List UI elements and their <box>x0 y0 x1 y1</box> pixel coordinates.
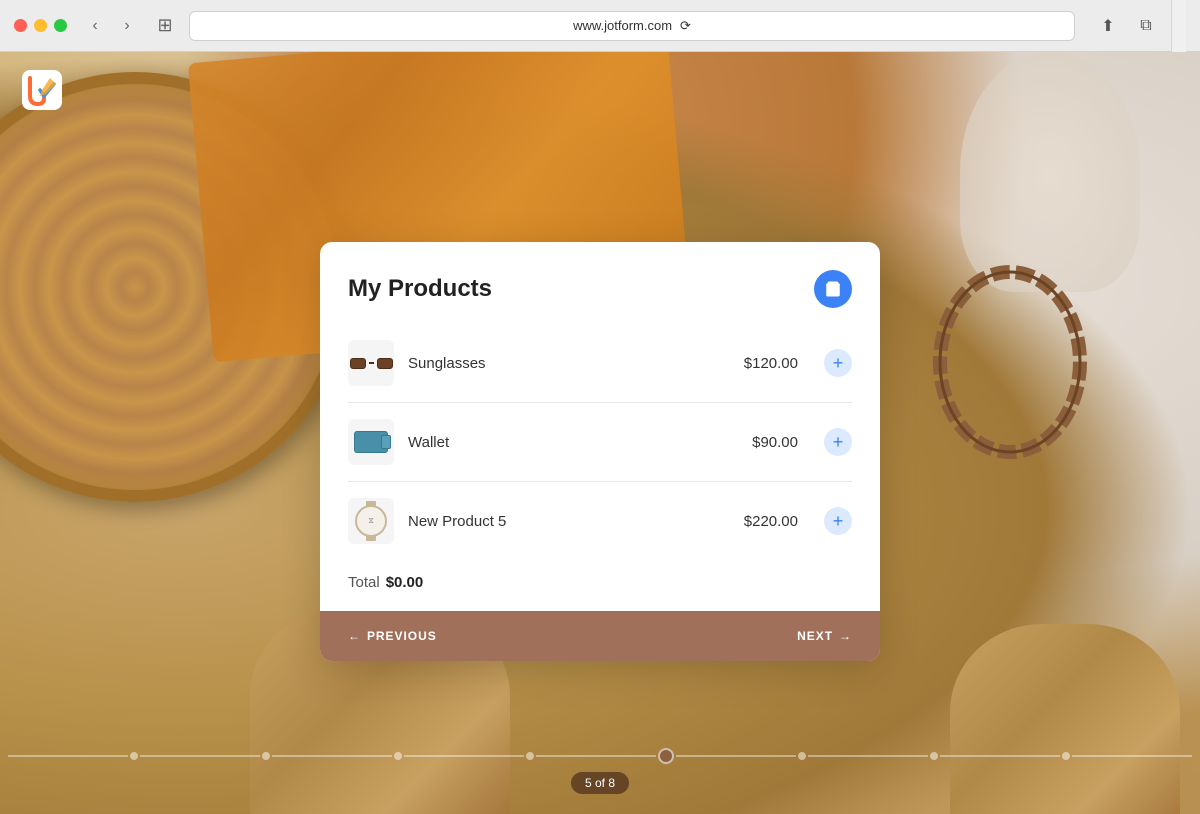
card-title: My Products <box>348 275 492 303</box>
watch-icon: ⧖ <box>355 505 387 537</box>
main-content: My Products Sungl <box>0 52 1200 814</box>
back-button[interactable]: ‹ <box>81 12 109 40</box>
share-button[interactable]: ⬆ <box>1093 12 1123 40</box>
minimize-button[interactable] <box>34 19 47 32</box>
sunglasses-image <box>348 340 394 386</box>
progress-dot-1[interactable] <box>130 752 138 760</box>
progress-dot-5-active[interactable] <box>658 748 674 764</box>
progress-dot-7[interactable] <box>930 752 938 760</box>
url-bar[interactable]: www.jotform.com ⟳ <box>189 11 1075 41</box>
progress-line-4 <box>404 755 524 757</box>
page-indicator-text: 5 of 8 <box>585 776 615 790</box>
browser-actions: ⬆ ⧉ <box>1093 12 1161 40</box>
wallet-image <box>348 419 394 465</box>
total-label: Total <box>348 574 380 591</box>
progress-line-9 <box>1072 755 1192 757</box>
card-total: Total $0.00 <box>320 560 880 611</box>
add-sunglasses-button[interactable]: + <box>824 349 852 377</box>
progress-line-2 <box>140 755 260 757</box>
progress-line-5 <box>536 755 656 757</box>
products-list: Sunglasses $120.00 + Wallet $90.00 + ⧖ <box>320 324 880 560</box>
progress-line-8 <box>940 755 1060 757</box>
arrow-left-icon: ← <box>348 629 361 643</box>
page-indicator: 5 of 8 <box>571 772 629 794</box>
progress-dot-2[interactable] <box>262 752 270 760</box>
url-text: www.jotform.com <box>573 18 672 33</box>
previous-button[interactable]: ← PREVIOUS <box>348 629 437 643</box>
new-tab-button[interactable]: ⧉ <box>1131 12 1161 40</box>
cart-icon <box>824 280 842 298</box>
progress-line-1 <box>8 755 128 757</box>
product-name-wallet: Wallet <box>408 434 738 451</box>
product-item-watch: ⧖ New Product 5 $220.00 + <box>348 482 852 560</box>
next-label: NEXT <box>797 629 833 643</box>
progress-dot-3[interactable] <box>394 752 402 760</box>
beads-decoration <box>920 252 1100 472</box>
close-button[interactable] <box>14 19 27 32</box>
progress-line-7 <box>808 755 928 757</box>
scrollbar <box>1171 0 1186 52</box>
progress-dot-8[interactable] <box>1062 752 1070 760</box>
cart-button[interactable] <box>814 270 852 308</box>
product-item-wallet: Wallet $90.00 + <box>348 403 852 482</box>
reload-icon[interactable]: ⟳ <box>680 18 691 34</box>
forward-button[interactable]: › <box>113 12 141 40</box>
jotform-logo <box>20 68 64 112</box>
progress-dot-6[interactable] <box>798 752 806 760</box>
add-wallet-button[interactable]: + <box>824 428 852 456</box>
card-footer: ← PREVIOUS NEXT → <box>320 611 880 661</box>
next-button[interactable]: NEXT → <box>797 629 852 643</box>
sunglasses-icon <box>350 358 393 369</box>
maximize-button[interactable] <box>54 19 67 32</box>
product-name-sunglasses: Sunglasses <box>408 355 730 372</box>
sidebar-toggle-button[interactable]: ⊞ <box>151 12 179 40</box>
nav-buttons: ‹ › <box>81 12 141 40</box>
card-header: My Products <box>320 242 880 324</box>
previous-label: PREVIOUS <box>367 629 437 643</box>
wallet-icon <box>354 431 388 453</box>
browser-chrome: ‹ › ⊞ www.jotform.com ⟳ ⬆ ⧉ <box>0 0 1200 52</box>
add-watch-button[interactable]: + <box>824 507 852 535</box>
product-price-watch: $220.00 <box>744 513 798 530</box>
progress-line-6 <box>676 755 796 757</box>
total-amount: $0.00 <box>386 574 424 591</box>
progress-bar <box>0 748 1200 764</box>
progress-dot-4[interactable] <box>526 752 534 760</box>
product-name-watch: New Product 5 <box>408 513 730 530</box>
traffic-lights <box>14 19 67 32</box>
product-card: My Products Sungl <box>320 242 880 661</box>
progress-line-3 <box>272 755 392 757</box>
arrow-right-icon: → <box>839 629 852 643</box>
product-price-sunglasses: $120.00 <box>744 355 798 372</box>
product-price-wallet: $90.00 <box>752 434 798 451</box>
product-item-sunglasses: Sunglasses $120.00 + <box>348 324 852 403</box>
watch-image: ⧖ <box>348 498 394 544</box>
bag-right-decoration <box>950 624 1180 814</box>
